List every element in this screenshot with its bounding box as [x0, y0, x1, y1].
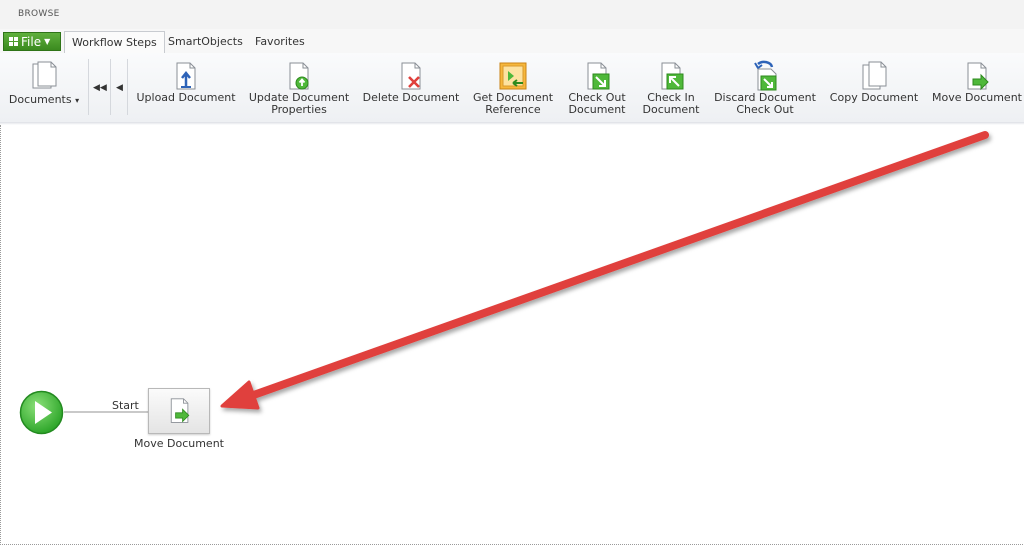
move-document-icon [170, 398, 190, 423]
move-document-icon [967, 62, 989, 91]
get-document-reference-button[interactable]: Get Document Reference [470, 53, 556, 122]
check-out-icon [587, 62, 610, 90]
step-label: Move Document [134, 437, 224, 450]
chevron-down-icon: ▾ [75, 96, 80, 105]
ribbon-separator [127, 59, 128, 115]
move-document-label: Move Document [932, 91, 1022, 104]
file-menu-button[interactable]: File ▼ [3, 32, 61, 51]
delete-document-button[interactable]: Delete Document [360, 53, 462, 122]
check-in-document-button[interactable]: Check In Document [638, 53, 704, 122]
discard-check-out-label-line2: Check Out [736, 103, 794, 116]
ribbon-toolbar: Documents ▾ ◀◀ ◀ Upload Document Update … [0, 53, 1024, 123]
ribbon-separator [110, 59, 111, 115]
discard-check-out-icon [754, 60, 777, 91]
documents-icon [32, 61, 57, 89]
scroll-prev-icon[interactable]: ◀ [116, 83, 123, 93]
check-out-label-line2: Document [568, 103, 626, 116]
check-out-document-button[interactable]: Check Out Document [564, 53, 630, 122]
discard-check-out-button[interactable]: Discard Document Check Out [712, 53, 818, 122]
workflow-canvas[interactable] [0, 125, 1023, 545]
move-document-button[interactable]: Move Document [930, 53, 1024, 122]
copy-document-icon [862, 61, 887, 90]
start-play-icon[interactable] [19, 390, 64, 435]
tab-smartobjects[interactable]: SmartObjects [161, 31, 250, 53]
document-reference-icon [499, 62, 527, 90]
upload-document-icon [176, 62, 196, 90]
update-document-label-line2: Properties [271, 103, 327, 116]
file-menu-label: File [21, 34, 42, 49]
browse-bar: BROWSE [0, 0, 1024, 30]
check-in-icon [661, 62, 684, 90]
tab-workflow-steps[interactable]: Workflow Steps [64, 31, 165, 54]
upload-document-label: Upload Document [136, 91, 236, 104]
delete-document-label: Delete Document [362, 91, 460, 104]
copy-document-button[interactable]: Copy Document [826, 53, 922, 122]
get-document-reference-label-line2: Reference [485, 103, 541, 116]
ribbon-tab-bar: File ▼ Workflow Steps SmartObjects Favor… [0, 29, 1024, 54]
documents-label: Documents [8, 93, 72, 106]
ribbon-separator [88, 59, 89, 115]
upload-document-button[interactable]: Upload Document [134, 53, 238, 122]
connector-label: Start [112, 399, 139, 412]
move-document-step-node[interactable] [148, 388, 210, 434]
scroll-first-icon[interactable]: ◀◀ [93, 83, 107, 93]
documents-dropdown-button[interactable]: Documents ▾ [4, 53, 84, 122]
update-document-properties-button[interactable]: Update Document Properties [248, 53, 350, 122]
copy-document-label: Copy Document [829, 91, 919, 104]
check-in-label-line2: Document [642, 103, 700, 116]
tab-favorites[interactable]: Favorites [248, 31, 312, 53]
update-document-icon [289, 62, 309, 90]
delete-document-icon [401, 62, 421, 90]
browse-label: BROWSE [18, 9, 60, 19]
chevron-down-icon: ▼ [44, 37, 51, 46]
app-grid-icon [9, 37, 18, 46]
